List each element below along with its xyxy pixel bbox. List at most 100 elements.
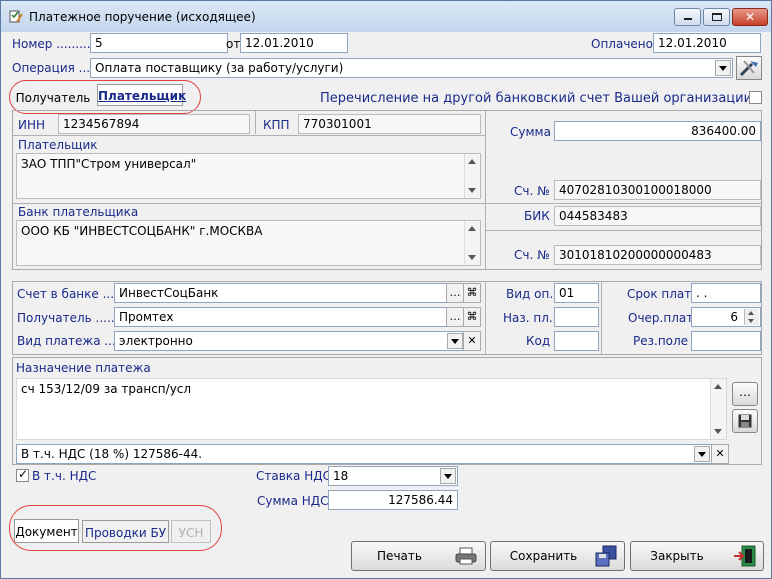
scrollbar[interactable] <box>710 379 726 439</box>
kpp-label: КПП <box>263 118 290 132</box>
bank-textarea[interactable]: ООО КБ "ИНВЕСТСОЦБАНК" г.МОСКВА <box>16 220 481 266</box>
clear-icon: ✕ <box>715 447 725 460</box>
transfer-own-checkbox[interactable] <box>749 91 762 104</box>
account-label: Сч. № <box>514 184 550 198</box>
priority-value: 6 <box>730 310 738 324</box>
vat-line-value: В т.ч. НДС (18 %) 127586-44. <box>21 447 203 461</box>
op-kind-field[interactable]: 01 <box>554 283 599 303</box>
payer-name-textarea[interactable]: ЗАО ТПП"Стром универсал" <box>16 153 481 199</box>
minimize-icon <box>684 18 692 20</box>
vat-line-clear-button[interactable]: ✕ <box>711 444 729 464</box>
scroll-down-icon[interactable] <box>468 255 476 260</box>
inn-label: ИНН <box>18 118 46 132</box>
vat-sum-field[interactable]: 127586.44 <box>328 490 458 510</box>
maximize-button[interactable] <box>703 8 730 26</box>
kpp-field[interactable]: 770301001 <box>298 114 481 134</box>
close-button[interactable]: Закрыть <box>630 541 764 571</box>
scrollbar[interactable] <box>464 221 480 265</box>
vat-rate-select[interactable]: 18 <box>328 466 458 486</box>
vat-line-select[interactable]: В т.ч. НДС (18 %) 127586-44. <box>16 444 712 464</box>
save-button[interactable]: Сохранить <box>490 541 625 571</box>
operation-select[interactable]: Оплата поставщику (за работу/услуги) <box>90 58 733 78</box>
purpose-more-button[interactable]: … <box>732 382 758 406</box>
checkmark-icon: ✓ <box>18 467 29 481</box>
bank-account-field[interactable]: ИнвестСоцБанк <box>114 283 447 303</box>
scroll-up-icon[interactable] <box>714 384 722 389</box>
chevron-down-icon[interactable] <box>440 468 456 484</box>
number-field[interactable]: 5 <box>90 33 228 53</box>
code-field[interactable] <box>554 331 599 351</box>
print-button[interactable]: Печать <box>351 541 486 571</box>
scroll-down-icon[interactable] <box>468 188 476 193</box>
recipient-lookup-button[interactable]: … <box>446 307 464 327</box>
minimize-button[interactable] <box>674 8 701 26</box>
deadline-field[interactable]: . . <box>691 283 761 303</box>
deadline-label: Срок плат <box>627 287 692 301</box>
bank-account-open-button[interactable]: ⌘ <box>463 283 481 303</box>
tools-icon <box>739 60 758 77</box>
close-button-label: Закрыть <box>650 549 704 563</box>
glasses-icon: ⌘ <box>466 286 478 299</box>
divider <box>485 111 486 269</box>
corr-account-field[interactable]: 30101810200000000483 <box>554 245 761 265</box>
purpose-text: сч 153/12/09 за трансп/усл <box>21 382 192 396</box>
scroll-up-icon[interactable] <box>468 226 476 231</box>
spin-down-icon[interactable] <box>748 319 754 323</box>
payment-order-window: Платежное поручение (исходящее) ✕ Номер … <box>0 0 772 579</box>
spin-up-icon[interactable] <box>748 311 754 315</box>
recipient-field[interactable]: Промтех <box>114 307 447 327</box>
glasses-icon: ⌘ <box>466 310 478 323</box>
code-label: Код <box>526 334 551 348</box>
printer-icon <box>455 547 477 565</box>
close-window-button[interactable]: ✕ <box>732 8 768 26</box>
bik-field[interactable]: 044583483 <box>554 206 761 226</box>
highlight-oval-bottom-tabs <box>9 505 222 551</box>
number-label: Номер .......... <box>12 37 95 51</box>
window-title: Платежное поручение (исходящее) <box>29 10 256 24</box>
bank-account-lookup-button[interactable]: … <box>446 283 464 303</box>
bik-label: БИК <box>524 209 550 223</box>
chevron-down-icon[interactable] <box>447 333 463 349</box>
highlight-oval-party-tabs <box>9 80 201 114</box>
date-label: от <box>226 37 241 51</box>
save-disks-icon <box>595 545 617 567</box>
vat-rate-label: Ставка НДС <box>256 469 331 483</box>
reserve-label: Рез.поле <box>633 334 689 348</box>
date-field[interactable]: 12.01.2010 <box>240 33 348 53</box>
purpose-label: Назначение платежа <box>16 361 151 375</box>
transfer-own-label: Перечисление на другой банковский счет В… <box>320 91 753 106</box>
vat-included-checkbox[interactable]: ✓ <box>16 467 29 482</box>
inn-field[interactable]: 1234567894 <box>58 114 250 134</box>
op-kind-label: Вид оп. <box>506 287 554 301</box>
chevron-down-icon[interactable] <box>715 60 731 76</box>
operation-wizard-button[interactable] <box>736 56 762 80</box>
purpose-code-field[interactable] <box>554 307 599 327</box>
paid-date-field[interactable]: 12.01.2010 <box>653 33 761 53</box>
scrollbar[interactable] <box>464 154 480 198</box>
payer-name-label: Плательщик <box>18 138 98 152</box>
divider <box>485 282 486 354</box>
account-field[interactable]: 40702810300100018000 <box>554 180 761 200</box>
title-bar[interactable]: Платежное поручение (исходящее) ✕ <box>1 1 771 32</box>
reserve-field[interactable] <box>691 331 761 351</box>
spinner-arrows[interactable] <box>744 309 759 325</box>
vat-sum-label: Сумма НДС <box>257 494 329 508</box>
operation-label: Операция ..... <box>12 61 98 75</box>
operation-value: Оплата поставщику (за работу/услуги) <box>95 61 344 75</box>
payment-kind-select[interactable]: электронно <box>114 331 465 351</box>
chevron-down-icon[interactable] <box>694 446 710 462</box>
priority-spinner[interactable]: 6 <box>691 307 761 327</box>
scroll-down-icon[interactable] <box>714 429 722 434</box>
print-button-label: Печать <box>377 549 422 563</box>
vat-rate-value: 18 <box>333 469 349 483</box>
exit-door-icon <box>734 545 756 567</box>
payment-kind-clear-button[interactable]: ✕ <box>463 331 481 351</box>
recipient-open-button[interactable]: ⌘ <box>463 307 481 327</box>
sum-field[interactable]: 836400.00 <box>554 121 761 141</box>
purpose-save-button[interactable] <box>732 409 758 433</box>
divider <box>13 203 762 204</box>
checklist-pencil-icon <box>9 10 23 23</box>
scroll-up-icon[interactable] <box>468 159 476 164</box>
clear-icon: ✕ <box>467 334 477 347</box>
purpose-textarea[interactable]: сч 153/12/09 за трансп/усл <box>16 378 727 440</box>
